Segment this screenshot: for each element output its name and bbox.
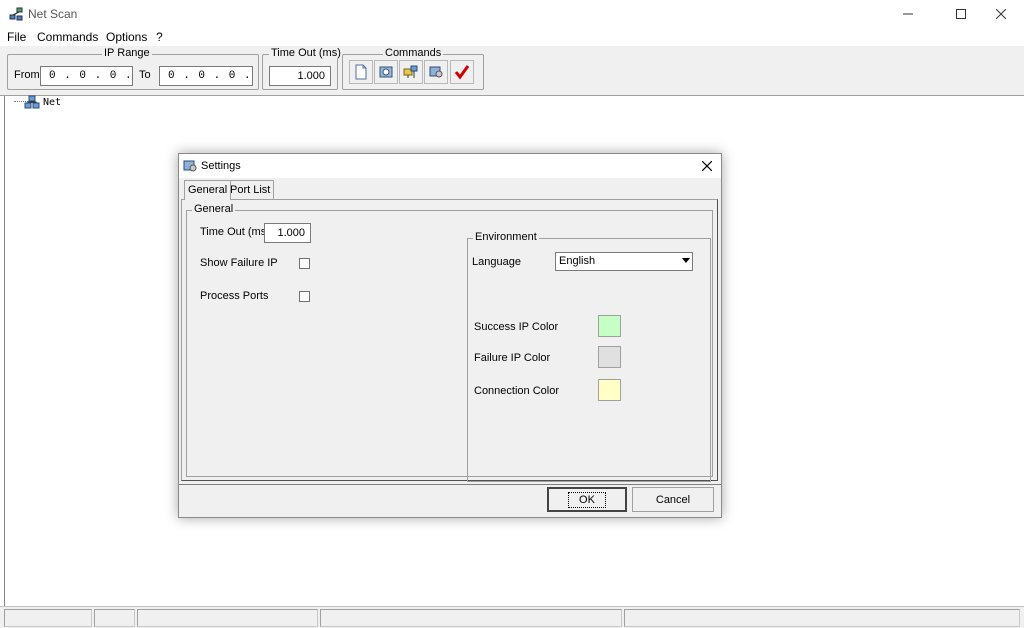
toolbar: IP Range From 0 . 0 . 0 . 0 To 0 . 0 . 0… (0, 46, 1024, 96)
window-title: Net Scan (28, 7, 78, 21)
status-panel (320, 609, 622, 627)
apply-button[interactable] (450, 60, 474, 84)
new-document-icon (355, 64, 367, 80)
to-ip-input[interactable]: 0 . 0 . 0 . 0 (159, 66, 253, 86)
timeout-title: Time Out (ms) (269, 47, 343, 59)
title-bar (0, 0, 1024, 28)
success-ip-color-swatch[interactable] (598, 315, 621, 337)
timeout-group: Time Out (ms) 1.000 (262, 47, 343, 90)
status-panel (4, 609, 92, 627)
failure-ip-color-swatch[interactable] (598, 346, 621, 368)
cancel-button[interactable]: Cancel (632, 487, 714, 512)
show-failure-ip-label: Show Failure IP (200, 257, 278, 269)
settings-dialog: Settings General Port List General Time … (178, 153, 722, 518)
tree-root-label[interactable]: Net (43, 97, 61, 108)
dialog-separator (179, 484, 721, 485)
tab-port-list[interactable]: Port List (227, 180, 275, 199)
minimize-button[interactable] (885, 0, 931, 28)
commands-title: Commands (383, 47, 444, 59)
general-group-title: General (192, 203, 236, 215)
timeout-input[interactable]: 1.000 (269, 66, 331, 86)
close-button[interactable] (978, 0, 1024, 28)
scan-icon (379, 66, 393, 78)
general-group: General Time Out (ms) 1.000 Show Failure… (186, 203, 713, 482)
language-label: Language (472, 256, 521, 268)
checkmark-icon (454, 65, 470, 80)
status-panel (94, 609, 135, 627)
network-icon (403, 65, 418, 78)
menu-options[interactable]: Options (106, 30, 147, 44)
environment-group-title: Environment (473, 231, 539, 243)
network-button[interactable] (399, 60, 423, 84)
menu-file[interactable]: File (7, 30, 26, 44)
success-ip-color-label: Success IP Color (474, 321, 559, 333)
tab-general[interactable]: General (184, 180, 232, 200)
network-tree-icon (24, 95, 40, 109)
ip-range-title: IP Range (102, 47, 152, 59)
ok-button-label: OK (568, 491, 606, 508)
process-ports-label: Process Ports (200, 290, 269, 302)
connection-color-swatch[interactable] (598, 379, 621, 401)
maximize-icon (956, 9, 966, 19)
language-select-value: English (559, 255, 596, 267)
show-failure-ip-checkbox[interactable] (299, 258, 310, 269)
close-icon (996, 9, 1006, 19)
status-panel (624, 609, 1020, 627)
minimize-icon (903, 13, 913, 15)
dialog-title: Settings (201, 160, 241, 172)
from-ip-input[interactable]: 0 . 0 . 0 . 0 (40, 66, 133, 86)
dialog-close-button[interactable] (697, 157, 717, 175)
connection-color-label: Connection Color (474, 385, 559, 397)
ok-button[interactable]: OK (547, 487, 627, 512)
menu-commands[interactable]: Commands (37, 30, 98, 44)
net-scan-app-icon (9, 7, 23, 21)
tab-panel: General Time Out (ms) 1.000 Show Failure… (181, 199, 718, 482)
ip-range-group: IP Range From 0 . 0 . 0 . 0 To 0 . 0 . 0… (7, 47, 259, 90)
dialog-title-bar (179, 154, 721, 178)
settings-dialog-icon (183, 160, 197, 172)
chevron-down-icon (682, 258, 690, 263)
language-select[interactable]: English (555, 252, 693, 271)
to-label: To (139, 69, 151, 81)
settings-button[interactable] (424, 60, 448, 84)
from-label: From (14, 69, 40, 81)
status-panel (137, 609, 318, 627)
process-ports-checkbox[interactable] (299, 291, 310, 302)
timeout-field[interactable]: 1.000 (264, 223, 311, 243)
timeout-label: Time Out (ms) (200, 226, 270, 238)
failure-ip-color-label: Failure IP Color (474, 352, 551, 364)
menu-bar: File Commands Options ? (0, 28, 1024, 46)
new-scan-button[interactable] (349, 60, 373, 84)
menu-help[interactable]: ? (156, 30, 163, 44)
settings-icon (429, 66, 443, 78)
status-bar (0, 606, 1024, 628)
start-scan-button[interactable] (374, 60, 398, 84)
close-icon (702, 161, 712, 171)
